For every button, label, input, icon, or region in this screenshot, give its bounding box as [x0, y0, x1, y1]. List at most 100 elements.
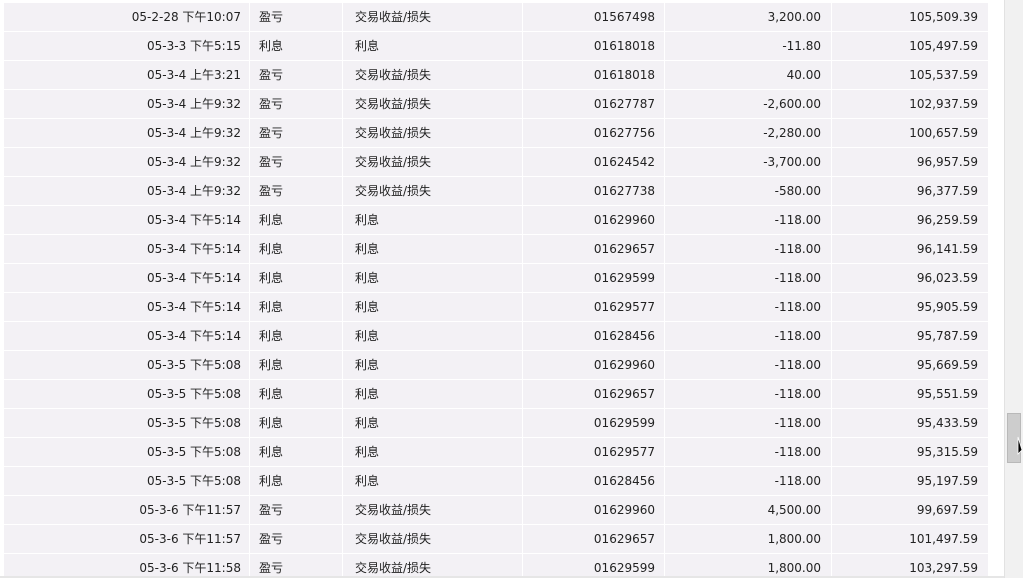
description-cell: 利息 — [343, 322, 523, 350]
vertical-scrollbar[interactable] — [1004, 0, 1023, 578]
type-cell: 盈亏 — [250, 119, 343, 147]
balance-cell: 95,197.59 — [916, 474, 978, 488]
balance-cell: 100,657.59 — [909, 126, 978, 140]
description-cell: 利息 — [343, 438, 523, 466]
type-cell: 利息 — [250, 293, 343, 321]
description-cell: 交易收益/损失 — [343, 61, 523, 89]
type-cell: 利息 — [250, 322, 343, 350]
table-row[interactable]: 05-3-5 下午5:08 利息 利息 01629960 -118.00 95,669.5… — [4, 351, 988, 380]
date-cell: 05-3-4 下午5:14 — [4, 264, 250, 292]
ticket-cell: 01629577 — [523, 438, 665, 466]
amount-cell: -118.00 — [665, 264, 832, 292]
date-cell: 05-3-3 下午5:15 — [4, 32, 250, 60]
type-cell: 利息 — [250, 351, 343, 379]
table-row[interactable]: 05-3-3 下午5:15 利息 利息 01618018 -11.80 105,497.5… — [4, 32, 988, 61]
ticket-cell: 01567498 — [523, 3, 665, 31]
ticket-cell: 01629960 — [523, 351, 665, 379]
table-row[interactable]: 05-3-4 上午3:21 盈亏 交易收益/损失 01618018 40.00 105,5… — [4, 61, 988, 90]
type-cell: 盈亏 — [250, 61, 343, 89]
date-cell: 05-3-5 下午5:08 — [4, 467, 250, 495]
table-row[interactable]: 05-3-4 下午5:14 利息 利息 01629577 -118.00 95,905.5… — [4, 293, 988, 322]
date-cell: 05-3-5 下午5:08 — [4, 438, 250, 466]
ticket-cell: 01629657 — [523, 380, 665, 408]
ticket-cell: 01629657 — [523, 525, 665, 553]
balance-cell: 99,697.59 — [916, 503, 978, 517]
ticket-cell: 01628456 — [523, 467, 665, 495]
date-cell: 05-3-4 下午5:14 — [4, 293, 250, 321]
balance-cell: 105,509.39 — [909, 10, 978, 24]
type-cell: 利息 — [250, 264, 343, 292]
transaction-table: 05-2-28 下午10:07 盈亏 交易收益/损失 01567498 3,200.00… — [4, 3, 988, 578]
table-row[interactable]: 05-3-5 下午5:08 利息 利息 01629657 -118.00 95,551.5… — [4, 380, 988, 409]
amount-cell: -118.00 — [665, 322, 832, 350]
table-row[interactable]: 05-3-4 下午5:14 利息 利息 01629960 -118.00 96,259.5… — [4, 206, 988, 235]
amount-cell: 3,200.00 — [665, 3, 832, 31]
ticket-cell: 01624542 — [523, 148, 665, 176]
table-row[interactable]: 05-3-4 上午9:32 盈亏 交易收益/损失 01627738 -580.00 96,… — [4, 177, 988, 206]
table-row[interactable]: 05-3-4 下午5:14 利息 利息 01629599 -118.00 96,023.5… — [4, 264, 988, 293]
ticket-cell: 01628456 — [523, 322, 665, 350]
table-row[interactable]: 05-3-6 下午11:57 盈亏 交易收益/损失 01629657 1,800.00 1… — [4, 525, 988, 554]
table-row[interactable]: 05-3-4 上午9:32 盈亏 交易收益/损失 01627787 -2,600.00 1… — [4, 90, 988, 119]
date-cell: 05-2-28 下午10:07 — [4, 3, 250, 31]
description-cell: 交易收益/损失 — [343, 525, 523, 553]
description-cell: 交易收益/损失 — [343, 119, 523, 147]
type-cell: 盈亏 — [250, 148, 343, 176]
table-row[interactable]: 05-3-5 下午5:08 利息 利息 01629577 -118.00 95,315.5… — [4, 438, 988, 467]
description-cell: 交易收益/损失 — [343, 554, 523, 578]
description-cell: 利息 — [343, 293, 523, 321]
description-cell: 利息 — [343, 264, 523, 292]
balance-cell: 105,497.59 — [909, 39, 978, 53]
balance-cell: 95,787.59 — [916, 329, 978, 343]
amount-cell: -11.80 — [665, 32, 832, 60]
amount-cell: 4,500.00 — [665, 496, 832, 524]
table-row[interactable]: 05-3-4 下午5:14 利息 利息 01629657 -118.00 96,141.5… — [4, 235, 988, 264]
date-cell: 05-3-4 下午5:14 — [4, 322, 250, 350]
balance-cell: 96,023.59 — [916, 271, 978, 285]
table-row[interactable]: 05-3-4 上午9:32 盈亏 交易收益/损失 01627756 -2,280.00 1… — [4, 119, 988, 148]
amount-cell: -118.00 — [665, 235, 832, 263]
ticket-cell: 01627756 — [523, 119, 665, 147]
table-row[interactable]: 05-2-28 下午10:07 盈亏 交易收益/损失 01567498 3,200.00… — [4, 3, 988, 32]
type-cell: 利息 — [250, 206, 343, 234]
balance-cell: 96,377.59 — [916, 184, 978, 198]
balance-cell: 103,297.59 — [909, 561, 978, 575]
ticket-cell: 01629657 — [523, 235, 665, 263]
table-row[interactable]: 05-3-4 下午5:14 利息 利息 01628456 -118.00 95,787.5… — [4, 322, 988, 351]
description-cell: 交易收益/损失 — [343, 3, 523, 31]
balance-cell: 95,315.59 — [916, 445, 978, 459]
type-cell: 利息 — [250, 380, 343, 408]
description-cell: 利息 — [343, 235, 523, 263]
balance-cell: 96,259.59 — [916, 213, 978, 227]
table-row[interactable]: 05-3-6 下午11:57 盈亏 交易收益/损失 01629960 4,500.00 9… — [4, 496, 988, 525]
amount-cell: -118.00 — [665, 206, 832, 234]
type-cell: 盈亏 — [250, 525, 343, 553]
description-cell: 利息 — [343, 409, 523, 437]
statement-viewport: 05-2-28 下午10:07 盈亏 交易收益/损失 01567498 3,200.00… — [0, 0, 1023, 578]
date-cell: 05-3-4 上午9:32 — [4, 119, 250, 147]
amount-cell: -580.00 — [665, 177, 832, 205]
amount-cell: 1,800.00 — [665, 525, 832, 553]
amount-cell: -118.00 — [665, 409, 832, 437]
date-cell: 05-3-4 下午5:14 — [4, 235, 250, 263]
description-cell: 交易收益/损失 — [343, 177, 523, 205]
table-row[interactable]: 05-3-5 下午5:08 利息 利息 01629599 -118.00 95,433.5… — [4, 409, 988, 438]
description-cell: 交易收益/损失 — [343, 148, 523, 176]
description-cell: 利息 — [343, 32, 523, 60]
type-cell: 利息 — [250, 32, 343, 60]
ticket-cell: 01618018 — [523, 32, 665, 60]
amount-cell: -2,280.00 — [665, 119, 832, 147]
table-row[interactable]: 05-3-6 下午11:58 盈亏 交易收益/损失 01629599 1,800.00 1… — [4, 554, 988, 578]
type-cell: 盈亏 — [250, 177, 343, 205]
ticket-cell: 01629960 — [523, 496, 665, 524]
ticket-cell: 01629577 — [523, 293, 665, 321]
date-cell: 05-3-5 下午5:08 — [4, 380, 250, 408]
table-row[interactable]: 05-3-5 下午5:08 利息 利息 01628456 -118.00 95,197.5… — [4, 467, 988, 496]
description-cell: 利息 — [343, 380, 523, 408]
description-cell: 利息 — [343, 206, 523, 234]
balance-cell: 95,551.59 — [916, 387, 978, 401]
table-row[interactable]: 05-3-4 上午9:32 盈亏 交易收益/损失 01624542 -3,700.00 9… — [4, 148, 988, 177]
ticket-cell: 01629599 — [523, 554, 665, 578]
balance-cell: 105,537.59 — [909, 68, 978, 82]
type-cell: 盈亏 — [250, 90, 343, 118]
